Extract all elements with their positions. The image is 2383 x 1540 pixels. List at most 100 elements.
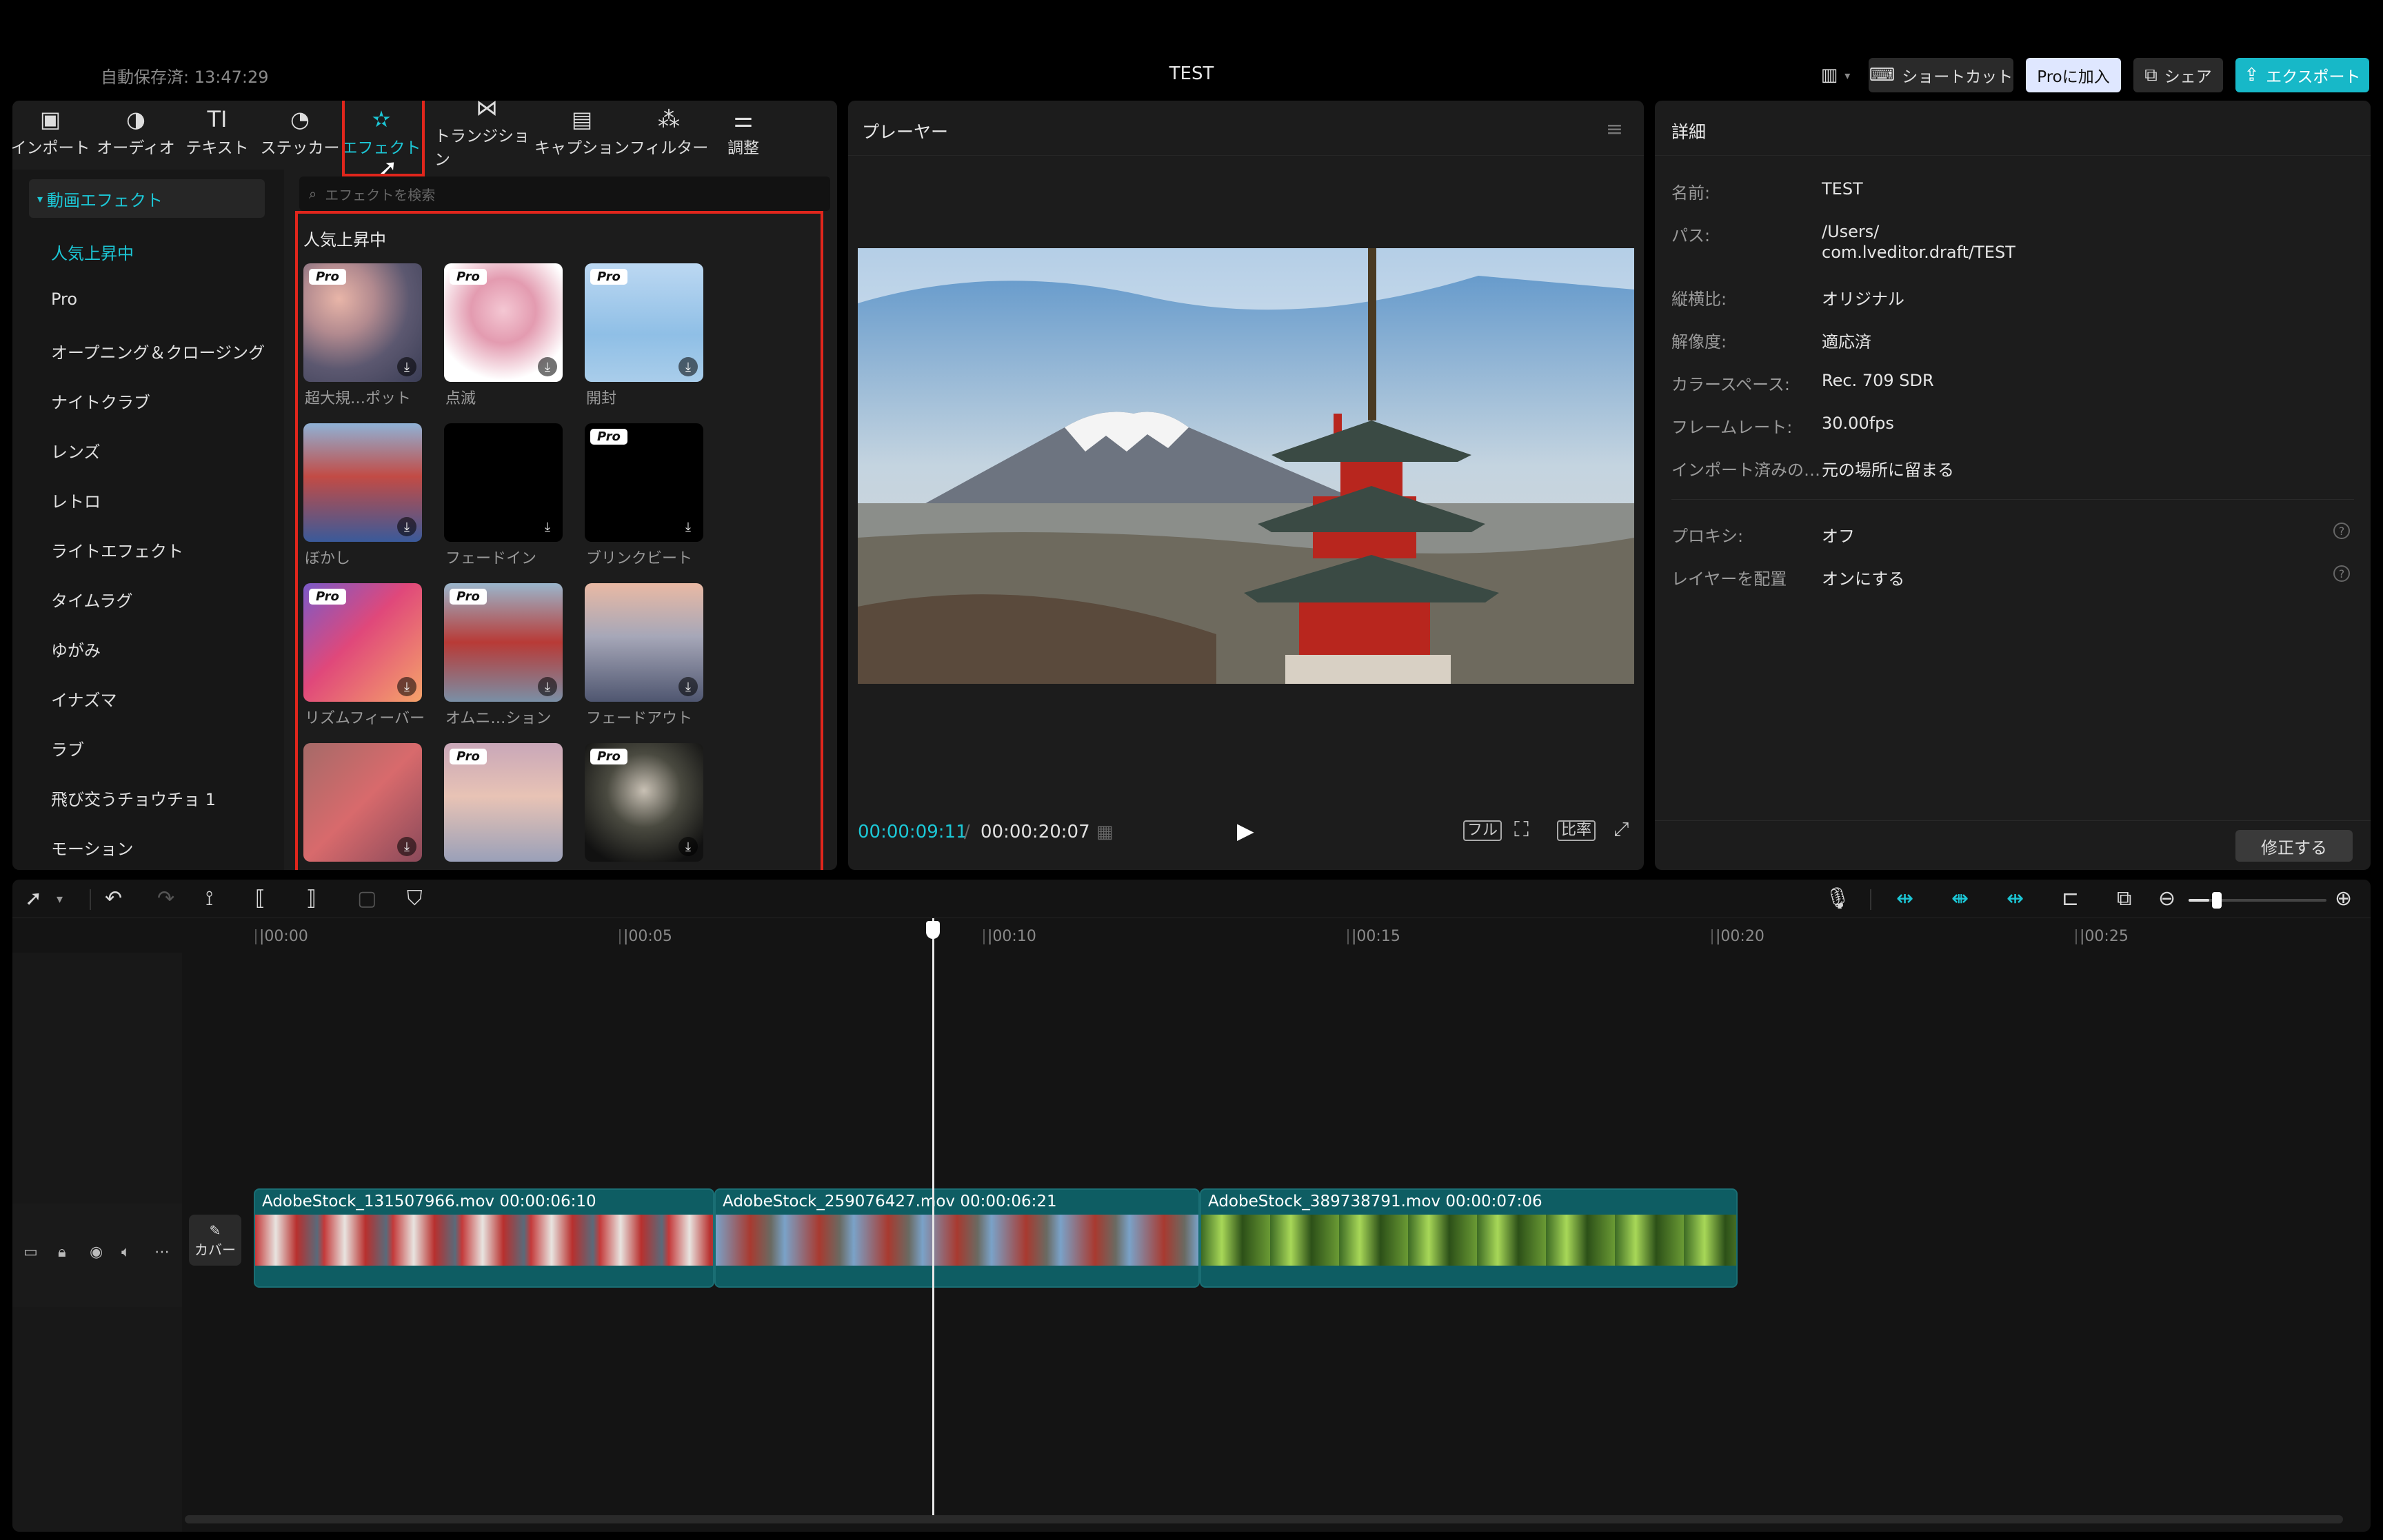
tab-label: オーディオ — [97, 139, 175, 157]
redo-icon[interactable]: ↷ — [157, 886, 174, 911]
transition-icon: ⋈ — [476, 101, 498, 121]
title-bar: 自動保存済: 13:47:29 TEST ▥ ▾ ⌨ ショートカット Proに加… — [0, 0, 2383, 97]
tab-filters[interactable]: ⁂ フィルター — [625, 105, 713, 160]
details-divider — [1671, 499, 2354, 500]
aspect-ratio-button[interactable]: 比率 — [1557, 820, 1596, 841]
join-pro-button[interactable]: Proに加入 — [2026, 58, 2121, 92]
timeline-clip-2[interactable]: AdobeStock_259076427.mov 00:00:06:21 — [714, 1188, 1200, 1288]
playhead-line[interactable] — [932, 918, 934, 1518]
effects-search-input[interactable]: ⌕ エフェクトを検索 — [299, 176, 830, 211]
undo-icon[interactable]: ↶ — [105, 886, 122, 911]
select-cursor-icon[interactable]: ➚ — [25, 886, 42, 911]
export-button[interactable]: ⇪ エクスポート — [2235, 58, 2369, 92]
tab-sticker[interactable]: ◔ ステッカー — [259, 105, 341, 160]
search-placeholder: エフェクトを検索 — [325, 186, 436, 203]
tab-audio[interactable]: ◑ オーディオ — [95, 105, 177, 160]
play-icon[interactable]: ▶ — [1237, 818, 1254, 844]
fit-timeline-icon[interactable]: ⧉ — [2117, 886, 2131, 911]
modify-button[interactable]: 修正する — [2235, 830, 2353, 862]
ruler-tick: |00:15 — [1347, 928, 1400, 945]
video-preview[interactable] — [858, 248, 1634, 684]
tab-adjust[interactable]: ⚌ 調整 — [706, 105, 781, 160]
auto-snap-icon[interactable]: ⇼ — [1951, 886, 1969, 911]
timeline-horizontal-scrollbar[interactable] — [185, 1515, 2343, 1523]
detail-label-framerate: フレームレート: — [1671, 418, 1793, 437]
category-header-video-effects[interactable]: ▾ 動画エフェクト — [29, 179, 265, 218]
category-lightning[interactable]: イナズマ — [51, 687, 117, 711]
player-panel: プレーヤー ≡ 00:00:09:11 / 00:00:20:07 ▦ ▶ フル… — [848, 101, 1644, 870]
lock-icon[interactable]: 🔒︎ — [58, 1244, 66, 1261]
ruler-tick: |00:00 — [255, 928, 308, 945]
zoom-in-icon[interactable]: ⊕ — [2335, 886, 2352, 911]
cover-button[interactable]: ✎ カバー — [189, 1215, 241, 1266]
tab-label: テキスト — [185, 139, 249, 157]
grid-overlay-icon[interactable]: ▦ — [1096, 822, 1114, 842]
audio-icon: ◑ — [126, 106, 145, 132]
effects-tab-highlight — [342, 101, 425, 176]
detail-value-layer[interactable]: オンにする — [1822, 565, 1904, 589]
microphone-icon[interactable]: 🎙 — [1824, 886, 1851, 911]
clip-thumbnails — [716, 1215, 1198, 1266]
full-quality-button[interactable]: フル — [1463, 820, 1502, 841]
timeline-panel: ➚ ▾ ↶ ↷ ⟟ ⟦ ⟧ ▢ ⛉ 🎙 ⇹ ⇼ ⇹ ⊏ ⧉ ⊖ ⊕ |00:00… — [12, 880, 2371, 1532]
linkage-icon[interactable]: ⇹ — [2007, 886, 2024, 911]
zoom-out-icon[interactable]: ⊖ — [2158, 886, 2175, 911]
chevron-down-icon[interactable]: ▾ — [57, 892, 63, 906]
category-love[interactable]: ラブ — [51, 736, 84, 760]
speaker-icon[interactable]: 🔈︎ — [121, 1244, 130, 1261]
detail-label-path: パス: — [1671, 226, 1711, 245]
category-pro[interactable]: Pro — [51, 290, 77, 309]
hamburger-menu-icon[interactable]: ≡ — [1606, 117, 1623, 141]
time-ruler[interactable]: |00:00 |00:05 |00:10 |00:15 |00:20 |00:2… — [182, 918, 2371, 953]
trim-right-icon[interactable]: ⟧ — [306, 886, 316, 911]
category-trending[interactable]: 人気上昇中 — [51, 240, 134, 264]
clip-thumbnails — [1201, 1215, 1736, 1266]
ruler-tick: |00:25 — [2075, 928, 2129, 945]
help-icon[interactable]: ? — [2333, 565, 2350, 582]
category-time-lag[interactable]: タイムラグ — [51, 587, 132, 611]
delete-icon[interactable]: ▢ — [357, 886, 376, 911]
category-opening-closing[interactable]: オープニング＆クロージング — [51, 339, 265, 363]
eye-icon[interactable]: ◉ — [90, 1244, 103, 1261]
player-header: プレーヤー ≡ — [848, 101, 1644, 156]
effects-category-sidebar: ▾ 動画エフェクト 人気上昇中 Pro オープニング＆クロージング ナイトクラブ… — [12, 170, 284, 870]
detail-label-name: 名前: — [1671, 183, 1711, 203]
category-nightclub[interactable]: ナイトクラブ — [51, 389, 150, 413]
export-label: エクスポート — [2266, 68, 2361, 86]
category-retro[interactable]: レトロ — [51, 488, 101, 512]
category-butterflies[interactable]: 飛び交うチョウチョ 1 — [51, 786, 216, 810]
trim-left-icon[interactable]: ⟦ — [255, 886, 265, 911]
sticker-icon: ◔ — [290, 106, 310, 132]
layout-menu-button[interactable]: ▥ ▾ — [1808, 58, 1863, 92]
snapshot-icon[interactable]: ⛶ — [1514, 818, 1529, 842]
category-motion[interactable]: モーション — [51, 835, 134, 860]
zoom-slider-handle[interactable] — [2212, 892, 2222, 909]
category-distortion[interactable]: ゆがみ — [51, 637, 101, 661]
category-lens[interactable]: レンズ — [51, 438, 101, 463]
shortcut-button[interactable]: ⌨ ショートカット — [1869, 58, 2013, 92]
timeline-clip-1[interactable]: AdobeStock_131507966.mov 00:00:06:10 — [254, 1188, 714, 1288]
pencil-icon: ✎ — [209, 1222, 221, 1239]
preview-axis-icon[interactable]: ⊏ — [2062, 886, 2079, 911]
detail-value-proxy[interactable]: オフ — [1822, 523, 1855, 547]
zoom-slider-track[interactable] — [2189, 899, 2326, 902]
main-track-magnet-icon[interactable]: ⇹ — [1896, 886, 1913, 911]
tab-text[interactable]: TI テキスト — [177, 105, 258, 160]
more-options-icon[interactable]: ⋯ — [154, 1244, 170, 1261]
tab-captions[interactable]: ▤ キャプション — [534, 105, 630, 160]
playhead-handle[interactable] — [926, 921, 940, 939]
fullscreen-icon[interactable]: ⤢ — [1613, 818, 1629, 841]
tab-transition[interactable]: ⋈ トランジション — [434, 101, 539, 169]
help-icon[interactable]: ? — [2333, 523, 2350, 539]
tab-label: インポート — [12, 139, 90, 157]
split-icon[interactable]: ⟟ — [205, 886, 213, 911]
tab-import[interactable]: ▣ インポート — [12, 105, 91, 160]
marker-shield-icon[interactable]: ⛉ — [407, 886, 423, 911]
search-icon: ⌕ — [309, 185, 317, 202]
details-title: 詳細 — [1671, 122, 1707, 142]
detail-value-imported: 元の場所に留まる — [1822, 460, 1954, 480]
timeline-clip-3[interactable]: AdobeStock_389738791.mov 00:00:07:06 — [1200, 1188, 1738, 1288]
clip-label: AdobeStock_131507966.mov 00:00:06:10 — [262, 1193, 596, 1210]
share-button[interactable]: ⧉ シェア — [2133, 58, 2223, 92]
category-light-effects[interactable]: ライトエフェクト — [51, 538, 183, 562]
